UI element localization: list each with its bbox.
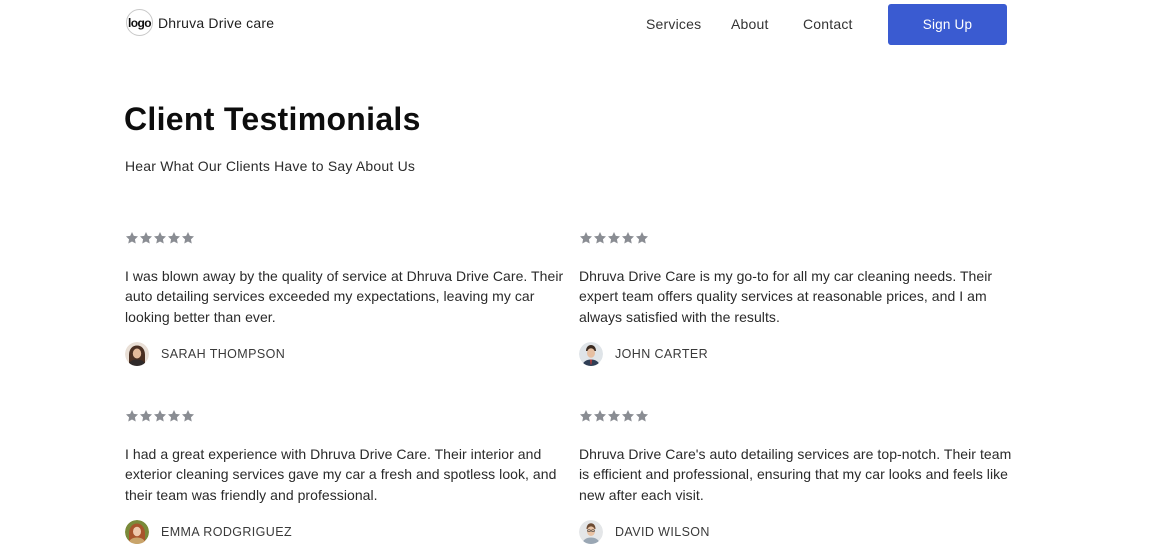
logo-icon: logo: [126, 9, 153, 36]
star-icon: [579, 232, 593, 244]
star-icon: [593, 232, 607, 244]
star-icon: [579, 410, 593, 422]
star-icon: [593, 410, 607, 422]
testimonial-author: DAVID WILSON: [579, 519, 1019, 544]
page-title: Client Testimonials: [124, 101, 421, 137]
star-rating: [579, 408, 1019, 424]
avatar: [579, 341, 603, 366]
star-rating: [579, 230, 1019, 246]
testimonial-quote: Dhruva Drive Care is my go-to for all my…: [579, 268, 993, 325]
star-icon: [607, 410, 621, 422]
star-icon: [167, 232, 181, 244]
brand-logo-link[interactable]: logo Dhruva Drive care: [126, 9, 274, 36]
star-icon: [153, 410, 167, 422]
author-name: EMMA RODGRIGUEZ: [161, 524, 293, 539]
star-icon: [607, 232, 621, 244]
testimonial-author: JOHN CARTER: [579, 341, 1019, 366]
author-name: JOHN CARTER: [615, 346, 709, 361]
star-rating: [125, 230, 565, 246]
author-name: SARAH THOMPSON: [161, 346, 286, 361]
testimonial-quote: I was blown away by the quality of servi…: [125, 268, 564, 325]
testimonial-card: I was blown away by the quality of servi…: [125, 230, 565, 366]
testimonial-card: I had a great experience with Dhruva Dri…: [125, 408, 565, 544]
star-icon: [139, 410, 153, 422]
testimonial-card: Dhruva Drive Care is my go-to for all my…: [579, 230, 1019, 366]
brand-name: Dhruva Drive care: [158, 14, 275, 31]
star-icon: [181, 232, 195, 244]
author-name: DAVID WILSON: [615, 524, 710, 539]
star-icon: [621, 232, 635, 244]
testimonial-author: EMMA RODGRIGUEZ: [125, 519, 565, 544]
star-icon: [635, 232, 649, 244]
site-header: logo Dhruva Drive care Services About Co…: [0, 0, 1168, 48]
star-icon: [621, 410, 635, 422]
nav-link-services[interactable]: Services: [646, 16, 701, 32]
testimonial-author: SARAH THOMPSON: [125, 341, 565, 366]
avatar: [579, 519, 603, 544]
star-icon: [167, 410, 181, 422]
star-icon: [125, 410, 139, 422]
testimonial-quote: Dhruva Drive Care's auto detailing servi…: [579, 446, 1012, 503]
sign-up-button[interactable]: Sign Up: [888, 4, 1007, 45]
nav-link-about[interactable]: About: [731, 16, 769, 32]
star-icon: [139, 232, 153, 244]
star-icon: [181, 410, 195, 422]
star-rating: [125, 408, 565, 424]
avatar: [125, 341, 149, 366]
star-icon: [635, 410, 649, 422]
star-icon: [153, 232, 167, 244]
testimonial-quote: I had a great experience with Dhruva Dri…: [125, 446, 557, 503]
nav-link-contact[interactable]: Contact: [803, 16, 853, 32]
avatar: [125, 519, 149, 544]
star-icon: [125, 232, 139, 244]
testimonial-card: Dhruva Drive Care's auto detailing servi…: [579, 408, 1019, 544]
section-subtitle: Hear What Our Clients Have to Say About …: [125, 158, 416, 174]
